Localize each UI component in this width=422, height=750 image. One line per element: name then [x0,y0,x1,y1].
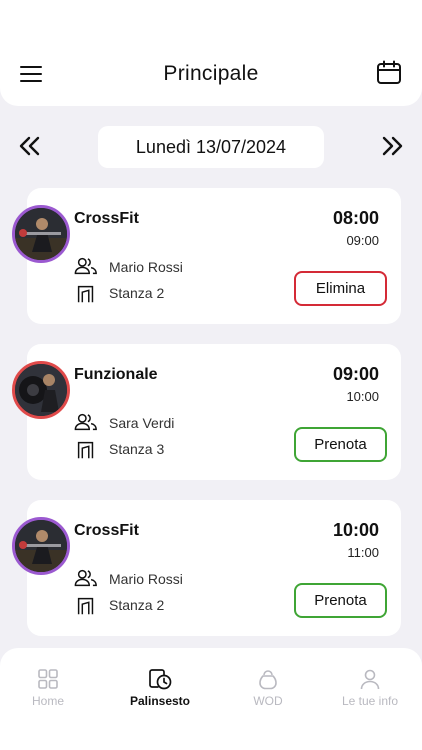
class-avatar [12,361,70,419]
nav-home[interactable]: Home [0,668,98,718]
start-time: 09:00 [332,364,379,384]
nav-label: Home [31,694,64,708]
class-avatar [12,517,70,575]
start-time: 10:00 [332,520,379,540]
top-app-bar: Principale [0,0,422,106]
class-card[interactable]: CrossFit 08:00 09:00 Mario Rossi Stanza … [27,188,401,324]
user-icon [360,669,380,690]
trainer-name: Mario Rossi [109,259,183,275]
class-name: CrossFit [74,522,139,539]
page-title: Principale [163,62,259,85]
trainer-icon [74,569,97,587]
delete-booking-button[interactable]: Elimina [294,271,387,306]
end-time: 10:00 [346,389,379,404]
class-name: Funzionale [74,366,158,383]
date-selector[interactable]: Lunedì 13/07/2024 [98,126,324,168]
nav-wod[interactable]: WOD [218,668,318,718]
end-time: 09:00 [346,233,379,248]
room-icon [77,285,94,303]
nav-label: Palinsesto [129,694,191,708]
grid-icon [38,669,58,689]
book-button[interactable]: Prenota [294,583,387,618]
double-chevron-right-icon[interactable] [380,134,404,158]
nav-user-info[interactable]: Le tue info [320,668,420,718]
room-name: Stanza 2 [109,597,165,613]
class-avatar [12,205,70,263]
room-name: Stanza 2 [109,285,165,301]
class-name: CrossFit [74,210,139,227]
trainer-icon [74,257,97,275]
trainer-name: Sara Verdi [109,415,175,431]
bottom-navigation: Home Palinsesto WOD Le tue info [0,648,422,750]
nav-label: WOD [253,694,283,708]
kettlebell-icon [259,670,277,690]
double-chevron-left-icon[interactable] [18,134,42,158]
schedule-icon [149,669,172,690]
book-button[interactable]: Prenota [294,427,387,462]
calendar-icon[interactable] [376,60,402,86]
room-icon [77,441,94,459]
room-icon [77,597,94,615]
end-time: 11:00 [347,545,379,560]
nav-label: Le tue info [341,694,399,708]
start-time: 08:00 [332,208,379,228]
class-card[interactable]: CrossFit 10:00 11:00 Mario Rossi Stanza … [27,500,401,636]
trainer-name: Mario Rossi [109,571,183,587]
class-card[interactable]: Funzionale 09:00 10:00 Sara Verdi Stanza… [27,344,401,480]
date-navigation: Lunedì 13/07/2024 [0,126,422,168]
trainer-icon [74,413,97,431]
nav-palinsesto[interactable]: Palinsesto [110,668,210,718]
room-name: Stanza 3 [109,441,165,457]
